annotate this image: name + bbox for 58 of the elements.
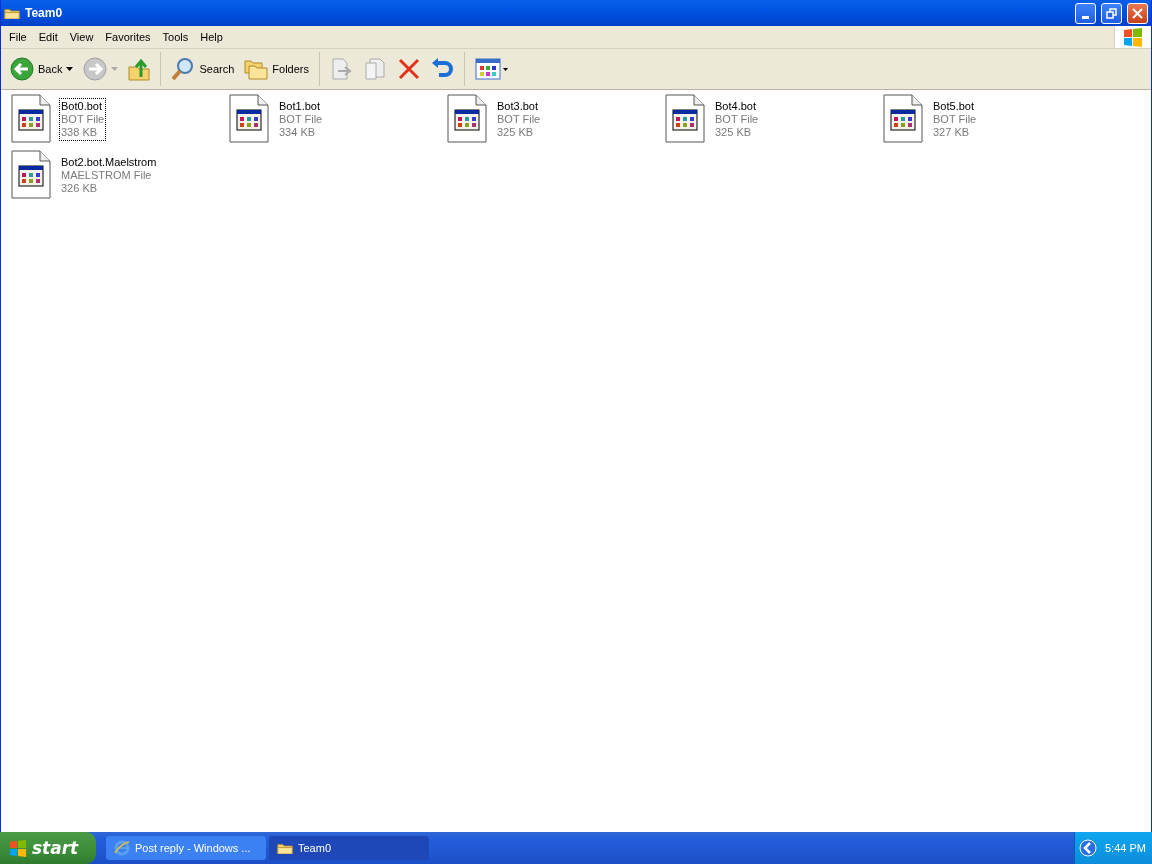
restore-button[interactable]	[1101, 2, 1122, 24]
file-name[interactable]: Bot5.bot	[933, 100, 977, 113]
file-name[interactable]: Bot3.bot	[497, 100, 541, 113]
minimize-icon	[1082, 15, 1089, 19]
file-name[interactable]: Bot1.bot	[279, 100, 323, 113]
file-size: 326 KB	[61, 182, 99, 195]
document-icon	[883, 94, 923, 143]
menu-item[interactable]: Help	[194, 31, 229, 43]
back-button[interactable]: Back	[7, 55, 77, 83]
windows-flag-icon	[8, 839, 28, 857]
window-title: Team0	[25, 6, 64, 20]
folders-button[interactable]: Folders	[241, 56, 312, 82]
file-name[interactable]: Bot2.bot.Maelstrom	[61, 156, 157, 169]
menu-item[interactable]: Edit	[32, 31, 64, 43]
folder-icon	[4, 6, 20, 20]
file-type: BOT File	[279, 113, 323, 126]
move-to-icon	[330, 57, 354, 81]
menu-item[interactable]: View	[63, 31, 100, 43]
file-type: BOT File	[933, 113, 977, 126]
clock: 5:44 PM	[1105, 842, 1146, 854]
file-name[interactable]: Bot0.bot	[61, 100, 105, 113]
folders-icon	[244, 58, 269, 80]
browser-e-icon	[114, 840, 130, 856]
file-size: 325 KB	[497, 126, 535, 139]
menu-item[interactable]: File	[3, 31, 33, 43]
search-button[interactable]: Search	[168, 55, 238, 83]
folder-up-icon	[128, 57, 151, 81]
document-icon	[11, 150, 51, 199]
caret-icon	[66, 67, 74, 71]
file-size: 327 KB	[933, 126, 971, 139]
restore-icon	[1106, 7, 1117, 19]
copy-to-icon	[364, 57, 388, 81]
search-icon	[171, 57, 196, 81]
file-size: 334 KB	[279, 126, 317, 139]
close-button[interactable]	[1127, 2, 1148, 24]
minimize-button[interactable]	[1075, 2, 1096, 24]
file-type: BOT File	[715, 113, 759, 126]
document-icon	[447, 94, 487, 143]
start-button[interactable]: start	[0, 832, 96, 864]
close-icon	[1132, 7, 1143, 19]
document-icon	[665, 94, 705, 143]
file-name[interactable]: Bot4.bot	[715, 100, 759, 113]
document-icon	[11, 94, 51, 143]
file-type: BOT File	[497, 113, 541, 126]
file-size: 338 KB	[61, 126, 99, 139]
delete-icon	[398, 58, 420, 80]
file-size: 325 KB	[715, 126, 753, 139]
caret-icon	[111, 67, 119, 71]
file-type: BOT File	[61, 113, 105, 126]
taskbar-button[interactable]: Post reply - Windows ...	[106, 836, 266, 860]
expand-tray-icon[interactable]	[1079, 839, 1097, 857]
menu-item[interactable]: Favorites	[99, 31, 157, 43]
views-icon	[475, 58, 509, 80]
folder-icon	[277, 841, 293, 855]
menu-item[interactable]: Tools	[156, 31, 195, 43]
file-type: MAELSTROM File	[61, 169, 153, 182]
taskbar-button[interactable]: Team0	[269, 836, 429, 860]
document-icon	[229, 94, 269, 143]
